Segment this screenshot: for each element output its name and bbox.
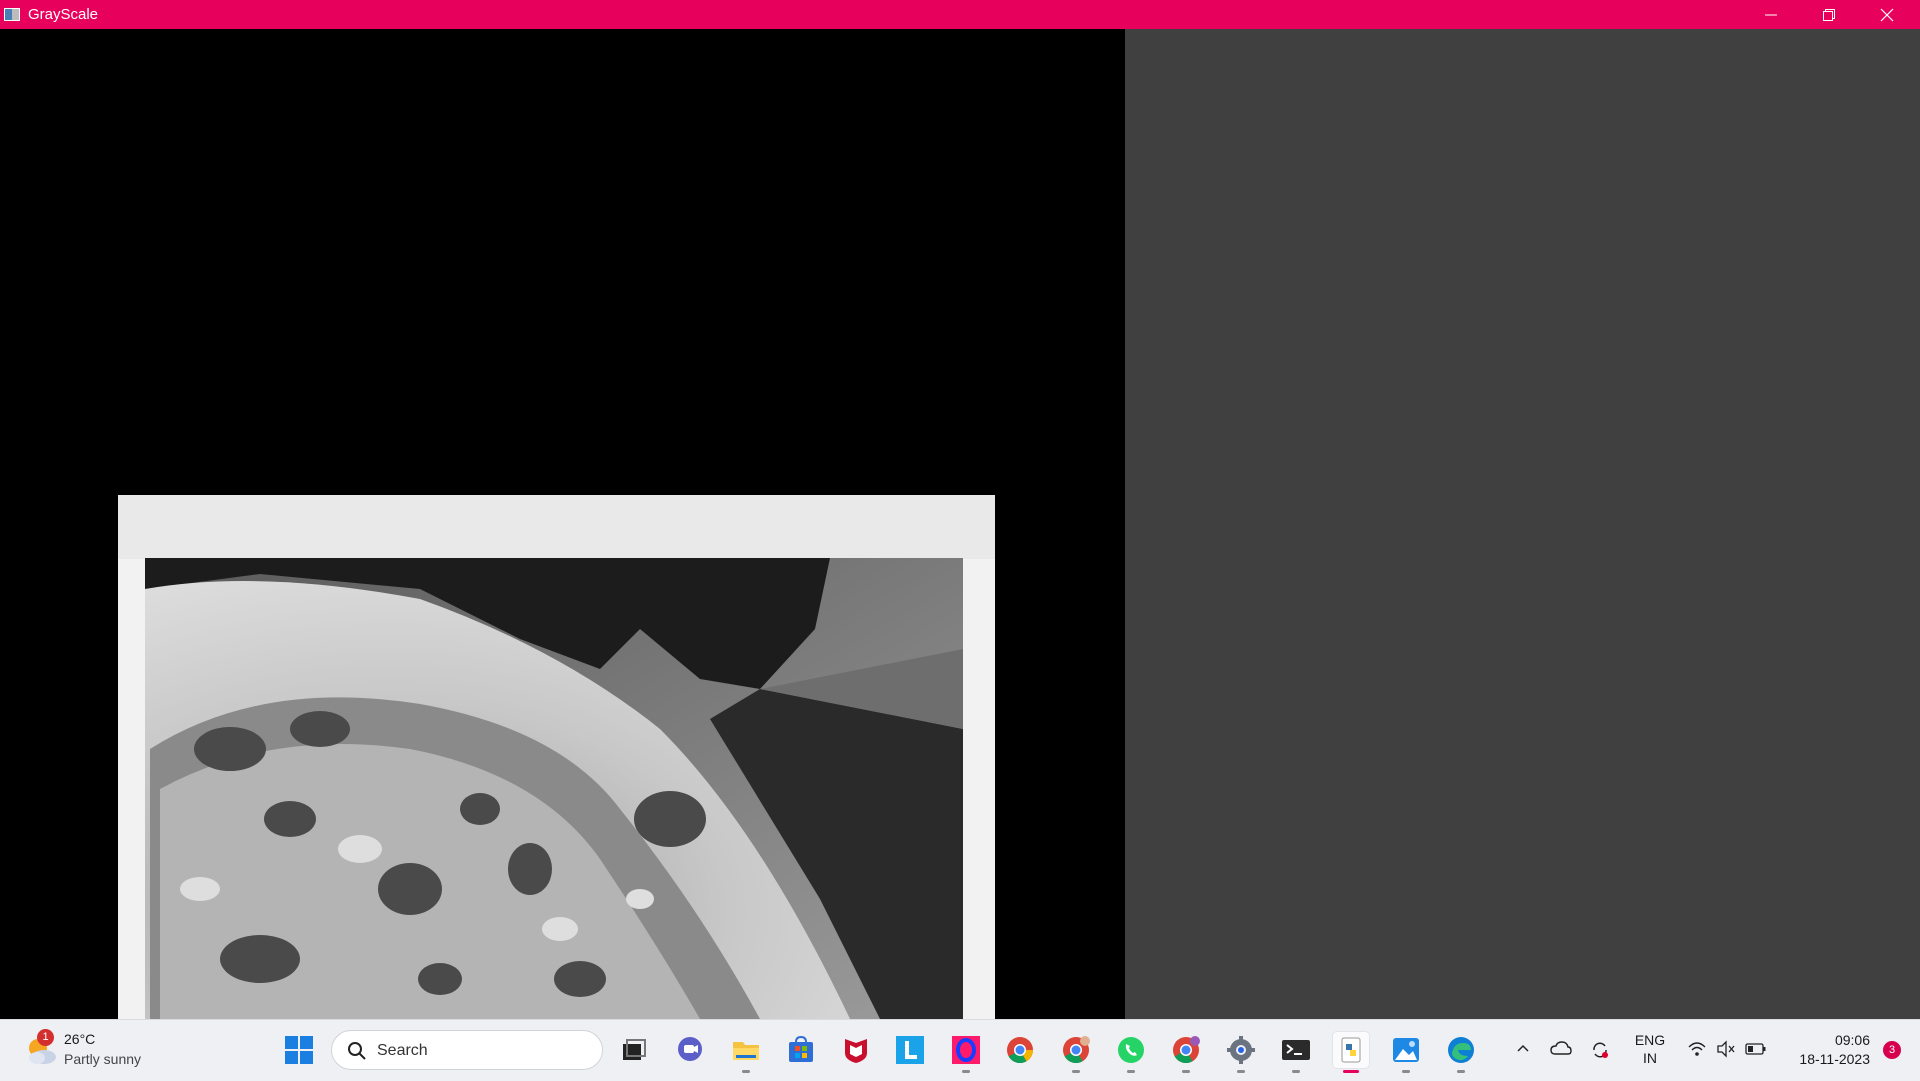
photos-button[interactable] [1388,1032,1424,1073]
whatsapp-icon [1118,1037,1144,1063]
python-button[interactable] [1333,1032,1369,1073]
file-explorer-button[interactable] [728,1032,764,1073]
running-indicator [1292,1070,1300,1073]
mcafee-button[interactable] [838,1032,874,1068]
running-indicator [1127,1070,1135,1073]
edge-icon [1448,1037,1474,1063]
store-icon [789,1035,813,1062]
close-button[interactable] [1858,0,1916,29]
whatsapp-button[interactable] [1113,1032,1149,1073]
file-explorer-icon [733,1042,759,1060]
notification-badge[interactable]: 3 [1883,1041,1901,1059]
window-title: GrayScale [28,6,99,23]
l-app-icon [896,1036,924,1064]
weather-badge: 1 [37,1029,54,1046]
opera-button[interactable] [948,1032,984,1073]
chevron-up-icon[interactable] [1515,1040,1531,1056]
chrome-profile-2-icon [1173,1036,1200,1064]
active-indicator [1343,1070,1359,1073]
running-indicator [962,1070,970,1073]
sync-icon[interactable] [1590,1040,1610,1060]
side-panel [1125,29,1920,1019]
language-region: IN [1643,1050,1657,1066]
image-canvas[interactable] [0,29,1125,1019]
clock-date: 18-11-2023 [1799,1051,1870,1067]
weather-temp: 26°C [64,1031,96,1047]
chat-icon [678,1037,702,1061]
chrome-button[interactable] [1002,1032,1038,1068]
chrome-profile-button[interactable] [1058,1032,1094,1073]
app-icon [4,8,20,21]
running-indicator [742,1070,750,1073]
wifi-icon[interactable] [1687,1040,1707,1058]
l-app-button[interactable] [892,1032,928,1068]
minimize-icon [1765,14,1777,16]
chat-button[interactable] [672,1032,708,1068]
terminal-button[interactable] [1278,1032,1314,1073]
start-button[interactable] [281,1032,317,1068]
battery-icon[interactable] [1745,1040,1767,1058]
photos-icon [1393,1038,1419,1062]
clock-time: 09:06 [1834,1032,1870,1048]
store-button[interactable] [783,1032,819,1068]
chrome-icon [1007,1037,1034,1064]
settings-button[interactable] [1223,1032,1259,1073]
running-indicator [1182,1070,1190,1073]
python-icon [1341,1037,1361,1063]
weather-widget[interactable]: 1 26°C Partly sunny [20,1028,180,1074]
running-indicator [1237,1070,1245,1073]
edge-button[interactable] [1443,1032,1479,1073]
taskbar-search[interactable]: Search [331,1030,603,1070]
running-indicator [1402,1070,1410,1073]
taskbar: 1 26°C Partly sunny Search ENG IN 09:06 … [0,1019,1920,1081]
windows-start-icon [285,1036,313,1064]
chrome-profile-2-button[interactable] [1168,1032,1204,1073]
clock[interactable]: 09:06 18-11-2023 [1780,1031,1870,1069]
task-view-icon [623,1039,646,1060]
weather-desc: Partly sunny [64,1051,142,1067]
task-view-button[interactable] [615,1032,651,1068]
volume-muted-icon[interactable] [1716,1040,1736,1058]
minimize-button[interactable] [1742,0,1800,29]
grayscale-photo [118,495,995,1019]
restore-icon [1823,9,1835,21]
onedrive-icon[interactable] [1550,1040,1572,1058]
settings-icon [1227,1036,1255,1064]
chrome-profile-icon [1063,1036,1090,1064]
language-indicator[interactable]: ENG IN [1632,1031,1668,1067]
language-code: ENG [1634,1032,1666,1048]
running-indicator [1072,1070,1080,1073]
window-titlebar[interactable]: GrayScale [0,0,1920,29]
search-icon [348,1042,366,1060]
restore-button[interactable] [1800,0,1858,29]
close-icon [1880,8,1894,22]
opera-icon [952,1036,980,1064]
terminal-icon [1282,1040,1310,1060]
system-tray: ENG IN 09:06 18-11-2023 3 [1505,1020,1920,1081]
running-indicator [1457,1070,1465,1073]
mcafee-icon [845,1039,867,1063]
search-placeholder: Search [377,1042,428,1059]
